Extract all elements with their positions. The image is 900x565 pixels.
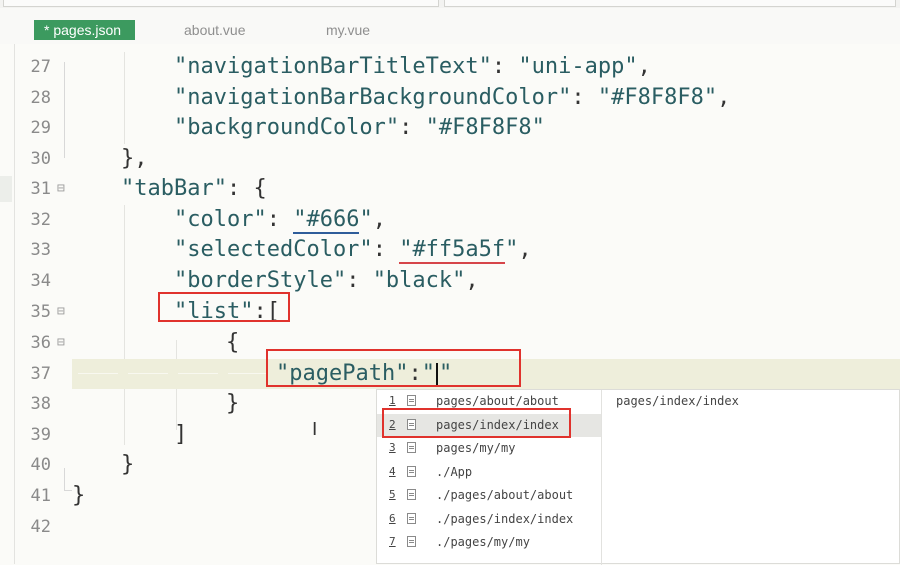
file-icon (407, 442, 416, 453)
code-line[interactable]: "tabBar": { (121, 174, 267, 204)
fold-guide (64, 468, 65, 490)
autocomplete-item[interactable]: 7 ./pages/my/my (377, 531, 601, 555)
autocomplete-item[interactable]: 3 pages/my/my (377, 437, 601, 461)
code-line[interactable]: ] (174, 420, 187, 450)
code-line[interactable]: } (72, 481, 85, 511)
line-number: 39 (30, 425, 51, 445)
line-number: 29 (30, 118, 51, 138)
tab-my-vue[interactable]: my.vue (326, 20, 370, 40)
autocomplete-item[interactable]: 5 ./pages/about/about (377, 484, 601, 508)
line-number: 40 (30, 455, 51, 475)
ibeam-cursor-icon: I (312, 419, 318, 440)
fold-toggle-icon[interactable]: ⊟ (57, 174, 65, 204)
line-number: 31 (30, 179, 51, 199)
file-icon (407, 536, 416, 547)
top-strip (0, 0, 900, 8)
annotation-box-list (158, 292, 290, 322)
color-value-underlined: "#ff5a5f (399, 237, 506, 264)
autocomplete-item[interactable]: 6 ./pages/index/index (377, 508, 601, 532)
whitespace-marker (78, 373, 118, 374)
annotation-box-suggestion (382, 408, 571, 438)
autocomplete-item[interactable]: 4 ./App (377, 461, 601, 485)
file-icon (407, 465, 416, 477)
line-number: 32 (30, 210, 51, 230)
tab-about-vue[interactable]: about.vue (184, 20, 246, 40)
whitespace-marker (128, 373, 168, 374)
code-line[interactable]: "color": "#666", (174, 205, 386, 235)
file-icon (407, 512, 416, 524)
indent-guide (124, 205, 125, 445)
line-number: 34 (30, 271, 51, 291)
code-line[interactable]: "selectedColor": "#ff5a5f", (174, 235, 532, 265)
code-line[interactable]: "navigationBarBackgroundColor": "#F8F8F8… (174, 83, 730, 113)
tab-pages-json[interactable]: * pages.json (34, 20, 136, 40)
line-number: 37 (30, 364, 51, 384)
fold-guide-end (64, 490, 72, 491)
line-number: 28 (30, 88, 51, 108)
line-number: 35 (30, 302, 51, 322)
code-line[interactable]: } (121, 450, 134, 480)
line-number: 30 (30, 149, 51, 169)
line-number: 36 (30, 333, 51, 353)
autocomplete-detail: pages/index/index (616, 394, 739, 408)
code-line[interactable]: "backgroundColor": "#F8F8F8" (174, 113, 545, 143)
code-line[interactable]: }, (121, 144, 148, 174)
fold-guide (64, 62, 65, 158)
code-line[interactable]: } (226, 389, 239, 419)
code-line[interactable]: { (226, 328, 239, 358)
line-number: 41 (30, 486, 51, 506)
fold-toggle-icon[interactable]: ⊟ (57, 328, 65, 358)
annotation-box-pagepath (266, 349, 521, 387)
file-icon (407, 489, 416, 500)
indent-guide (124, 52, 125, 144)
color-value-underlined: "#666 (293, 207, 360, 234)
line-number: 27 (30, 57, 51, 77)
line-number: 33 (30, 240, 51, 260)
file-icon (407, 395, 416, 406)
whitespace-marker (178, 373, 218, 374)
line-number: 38 (30, 394, 51, 414)
fold-toggle-icon[interactable]: ⊟ (57, 297, 65, 327)
window-tab-segment (444, 0, 896, 7)
line-number: 42 (30, 517, 51, 537)
whitespace-marker (228, 373, 268, 374)
window-tab-segment (3, 0, 439, 7)
editor-tab-bar: * pages.json about.vue my.vue (0, 8, 900, 44)
code-line[interactable]: "navigationBarTitleText": "uni-app", (174, 52, 651, 82)
